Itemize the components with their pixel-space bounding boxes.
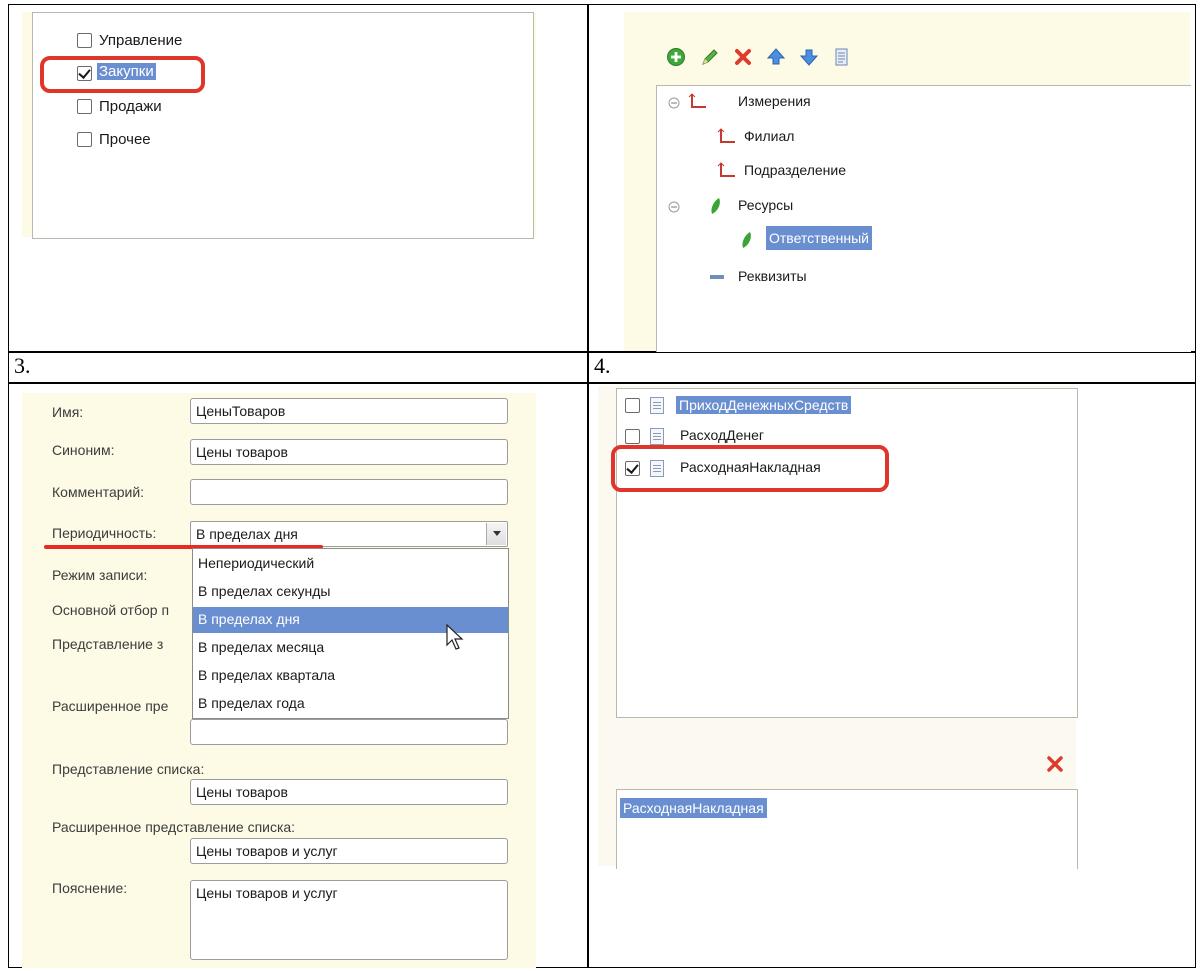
extended-representation-field[interactable] [190,719,508,745]
delete-icon[interactable] [733,47,753,67]
document-icon [650,397,664,414]
synonym-field[interactable]: Цены товаров [190,439,508,465]
dropdown-option[interactable]: В пределах секунды [193,579,508,605]
comment-label: Комментарий: [52,484,145,500]
list-item-label: Управление [99,32,183,49]
move-down-icon[interactable] [799,47,819,67]
tree-node-attributes[interactable]: Реквизиты [738,268,807,284]
resource-icon [711,198,720,214]
delete-icon[interactable] [1046,755,1064,773]
resource-icon [742,232,751,248]
highlight-box [611,445,889,492]
write-mode-label: Режим записи: [52,567,148,583]
dimension-icon [717,162,735,177]
list-item-label: Прочее [99,131,151,148]
checkbox-upravlenie[interactable] [77,33,92,48]
move-up-icon[interactable] [766,47,786,67]
tree-node-podrazdelenie[interactable]: Подразделение [744,162,846,178]
edit-pencil-icon[interactable] [700,47,720,67]
list-representation-field[interactable]: Цены товаров [190,779,508,805]
list-item-label: Продажи [99,98,162,115]
tree-node-dimensions[interactable]: Измерения [738,93,811,109]
tree-node-resources[interactable]: Ресурсы [738,197,793,213]
selected-document-item[interactable]: РасходнаяНакладная [620,798,767,818]
checkbox-prochee[interactable] [77,132,92,147]
dropdown-button[interactable] [486,523,506,545]
cell-number-3: 3. [14,353,31,378]
extended-representation-label: Расширенное пре [52,698,169,714]
checkbox-doc-rashod-deneg[interactable] [625,429,640,444]
explanation-textarea[interactable]: Цены товаров и услуг [190,880,508,960]
document-item-label[interactable]: РасходДенег [680,427,764,443]
name-label: Имя: [52,404,84,420]
name-field[interactable]: ЦеныТоваров [190,398,508,424]
attributes-icon [710,275,724,279]
checkbox-doc-prihod[interactable] [625,398,640,413]
cell-number-4: 4. [594,353,611,378]
periodicity-select[interactable]: В пределах дня [190,521,508,547]
mouse-cursor-icon [446,623,464,650]
list-representation-label: Представление списка: [52,761,205,777]
highlight-box [40,56,205,93]
record-representation-label: Представление з [52,636,164,652]
chevron-down-icon [493,531,501,536]
dropdown-option[interactable]: Непериодический [193,551,508,577]
document-icon [650,428,664,445]
checkbox-prodazhi[interactable] [77,99,92,114]
tree-node-otvetstvenny-selected[interactable]: Ответственный [766,226,872,250]
main-filter-label: Основной отбор п [52,602,170,618]
comment-field[interactable] [190,479,508,505]
add-icon[interactable] [666,47,686,67]
sort-list-icon[interactable] [832,47,852,67]
collapse-icon[interactable] [668,97,680,109]
dimension-icon [688,93,706,108]
periodicity-value: В пределах дня [196,526,298,542]
tree-node-filial[interactable]: Филиал [744,128,794,144]
dropdown-option[interactable]: В пределах квартала [193,663,508,689]
dimension-icon [717,128,735,143]
periodicity-label: Периодичность: [52,525,157,541]
explanation-label: Пояснение: [52,880,128,896]
extended-list-representation-label: Расширенное представление списка: [52,819,296,835]
dropdown-option[interactable]: В пределах года [193,691,508,717]
document-item-label-selected[interactable]: ПриходДенежныхСредств [676,396,852,414]
structure-tree [656,85,1191,352]
table-divider-vertical [587,4,589,968]
table-divider-2 [8,382,1196,384]
extended-list-representation-field[interactable]: Цены товаров и услуг [190,838,508,864]
collapse-icon[interactable] [668,201,680,213]
synonym-label: Синоним: [52,442,115,458]
